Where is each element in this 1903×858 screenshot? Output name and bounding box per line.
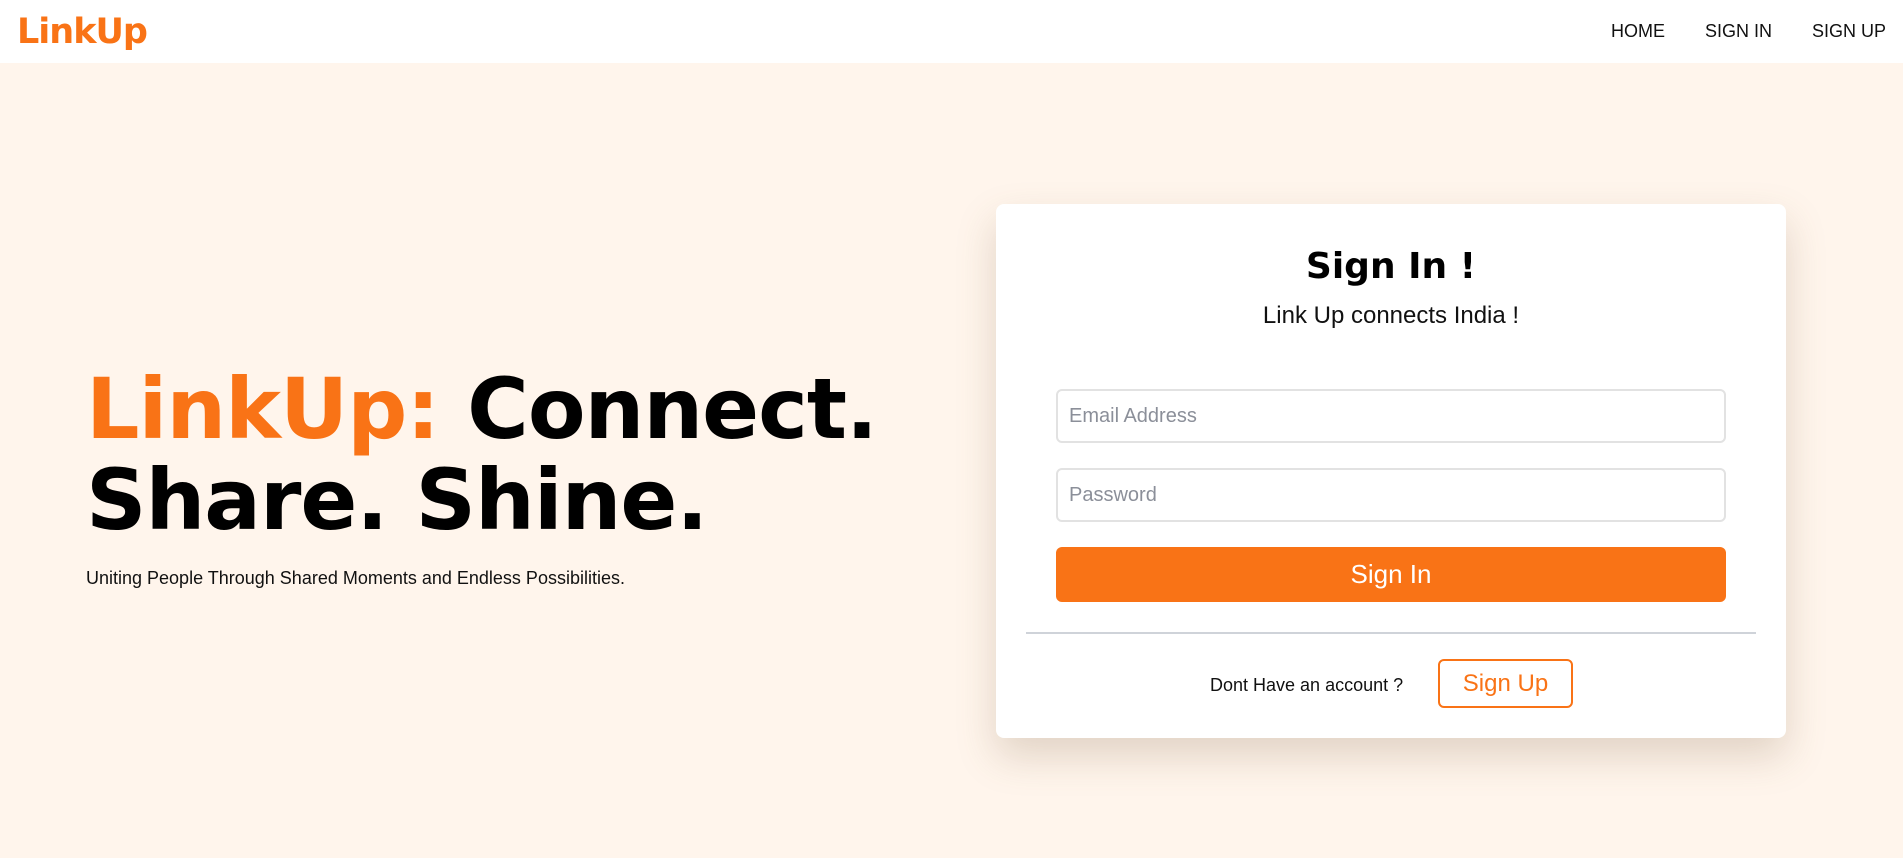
nav-link-sign-in[interactable]: SIGN IN xyxy=(1705,21,1772,42)
hero-title-line2: Share. Shine. xyxy=(86,451,708,549)
signin-subtitle: Link Up connects India ! xyxy=(1262,302,1520,329)
password-field[interactable] xyxy=(1056,468,1726,522)
email-field[interactable] xyxy=(1056,389,1726,443)
brand-logo[interactable]: LinkUp xyxy=(17,12,148,52)
hero-title: LinkUp: Connect. Share. Shine. xyxy=(86,364,906,546)
signin-button[interactable]: Sign In xyxy=(1056,547,1726,602)
divider xyxy=(1026,632,1756,634)
nav-link-home[interactable]: HOME xyxy=(1611,21,1665,42)
nav-link-sign-up[interactable]: SIGN UP xyxy=(1812,21,1886,42)
nav-links: HOME SIGN IN SIGN UP xyxy=(1571,21,1886,42)
signin-card: Sign In ! Link Up connects India ! Sign … xyxy=(996,204,1786,738)
signup-button[interactable]: Sign Up xyxy=(1438,659,1573,708)
hero-section: LinkUp: Connect. Share. Shine. Uniting P… xyxy=(86,364,906,589)
hero-subtitle: Uniting People Through Shared Moments an… xyxy=(86,568,625,588)
hero-title-line1: Connect. xyxy=(438,360,878,458)
navbar: LinkUp HOME SIGN IN SIGN UP xyxy=(0,0,1903,63)
signin-title: Sign In ! xyxy=(1305,246,1477,287)
hero-title-accent: LinkUp: xyxy=(86,360,440,458)
signup-prompt: Dont Have an account ? xyxy=(1210,675,1404,695)
